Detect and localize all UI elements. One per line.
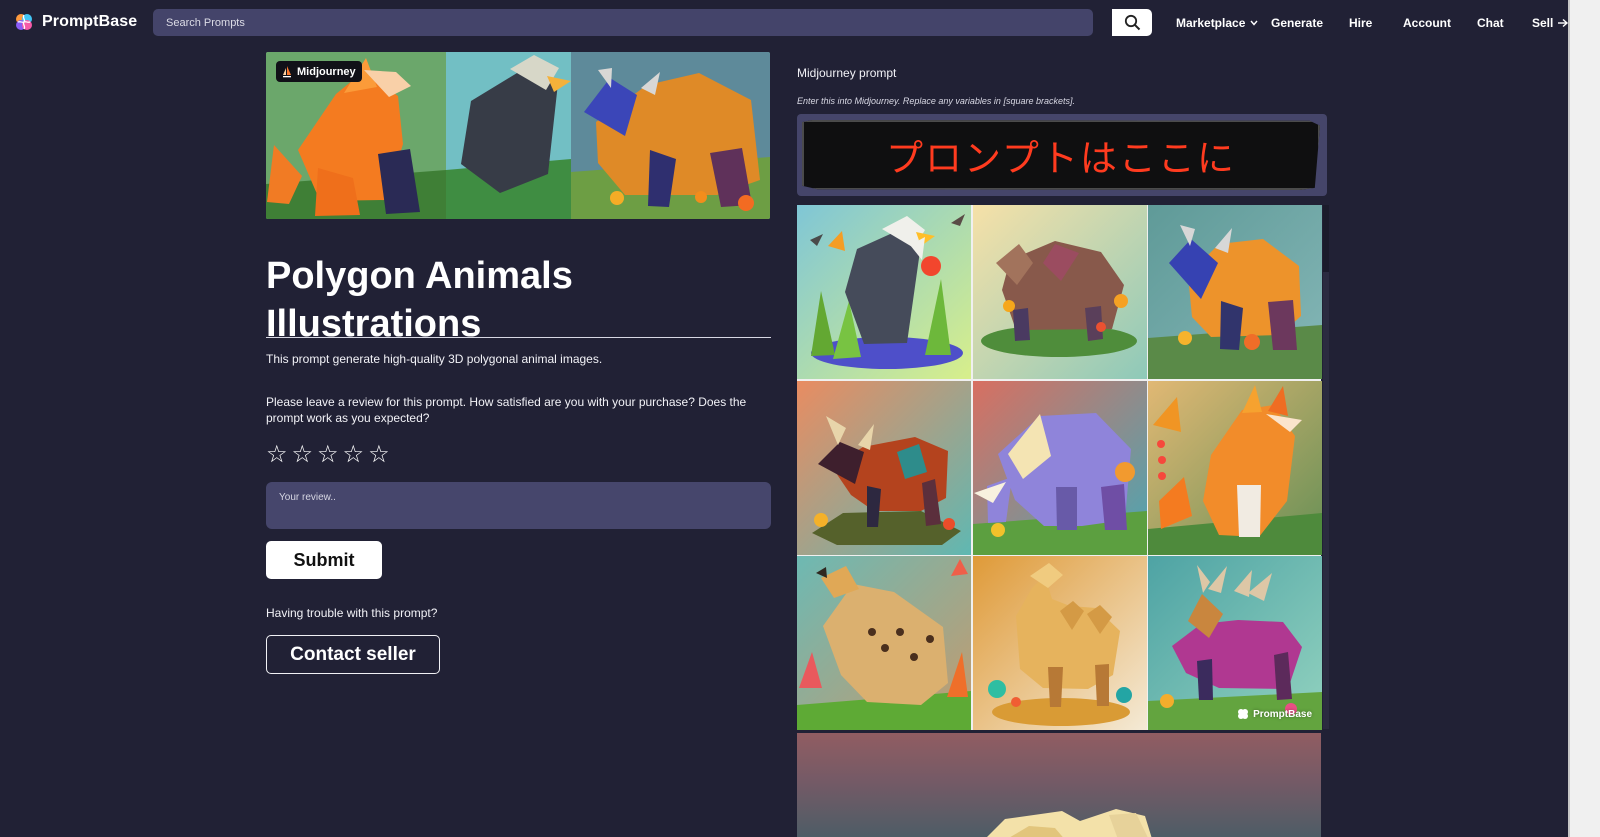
star-outline-icon[interactable]: ☆ — [317, 440, 339, 469]
rating-stars[interactable]: ☆ ☆ ☆ ☆ ☆ — [266, 440, 390, 469]
nav-account-label: Account — [1403, 16, 1451, 30]
bison-illustration — [1148, 205, 1322, 379]
listing-title-line-2: Illustrations — [266, 303, 482, 346]
star-outline-icon[interactable]: ☆ — [368, 440, 390, 469]
next-example-image-preview[interactable] — [797, 733, 1321, 837]
app-frame: PromptBase Search Prompts Marketplace Ge… — [0, 0, 1600, 837]
midjourney-badge-label: Midjourney — [297, 65, 356, 78]
nav-generate-label: Generate — [1271, 16, 1324, 30]
promptbase-watermark: PromptBase — [1237, 708, 1312, 720]
prompt-text: プロンプトはここに — [886, 138, 1236, 179]
nav-hire-label: Hire — [1349, 16, 1373, 30]
arrow-right-icon — [1558, 18, 1569, 28]
search-placeholder: Search Prompts — [166, 16, 245, 29]
listing-description: This prompt generate high-quality 3D pol… — [266, 352, 603, 366]
fox-illustration — [1148, 380, 1322, 555]
bear-example-image[interactable] — [972, 205, 1147, 379]
listing-hero-image[interactable]: Midjourney — [266, 52, 770, 219]
trouble-text: Having trouble with this prompt? — [266, 606, 438, 620]
brain-logo-icon — [16, 14, 32, 30]
prompt-label: Midjourney prompt — [797, 66, 897, 80]
nav-marketplace[interactable]: Marketplace — [1176, 0, 1259, 46]
prompt-text-box[interactable]: プロンプトはここに — [802, 120, 1320, 190]
star-outline-icon[interactable]: ☆ — [292, 440, 314, 469]
listing-title-line-1: Polygon Animals — [266, 255, 573, 298]
star-outline-icon[interactable]: ☆ — [266, 440, 288, 469]
nav-generate[interactable]: Generate — [1271, 0, 1323, 46]
elephant-illustration — [972, 380, 1147, 555]
example-image-grid: PromptBase — [797, 205, 1322, 730]
nav-hire[interactable]: Hire — [1349, 0, 1372, 46]
star-outline-icon[interactable]: ☆ — [343, 440, 365, 469]
brand-name: PromptBase — [42, 13, 138, 30]
bear-illustration — [972, 205, 1147, 379]
prompt-container[interactable]: プロンプトはここに — [797, 114, 1327, 196]
search-field[interactable]: Search Prompts — [153, 9, 1093, 36]
bull-illustration — [797, 380, 971, 555]
sailboat-icon — [283, 65, 291, 77]
top-navigation: PromptBase Search Prompts Marketplace Ge… — [0, 0, 1569, 46]
contact-seller-button[interactable]: Contact seller — [266, 635, 440, 674]
brain-logo-icon — [1238, 709, 1249, 719]
nav-account[interactable]: Account — [1403, 0, 1451, 46]
eagle-example-image[interactable] — [797, 205, 971, 379]
fox-example-image[interactable] — [1148, 380, 1322, 555]
deer-example-image[interactable]: PromptBase — [1148, 556, 1322, 730]
chevron-down-icon — [1250, 20, 1258, 26]
example-gallery[interactable]: PromptBase — [797, 205, 1329, 837]
nav-marketplace-label: Marketplace — [1176, 16, 1246, 30]
nav-sell-label: Sell — [1532, 16, 1554, 30]
nav-sell[interactable]: Sell — [1532, 0, 1569, 46]
listing-title: Polygon Animals Illustrations — [266, 252, 786, 348]
search-button[interactable] — [1112, 9, 1152, 36]
prompt-hint: Enter this into Midjourney. Replace any … — [797, 96, 1075, 106]
title-divider — [266, 337, 771, 338]
search-icon — [1124, 14, 1140, 31]
partial-preview-art — [987, 809, 1152, 837]
eagle-illustration — [797, 205, 971, 379]
deer-illustration — [1148, 556, 1322, 730]
review-placeholder: Your review.. — [279, 492, 336, 503]
cheetah-illustration — [797, 556, 971, 730]
gallery-scrollbar-thumb[interactable] — [1323, 205, 1329, 272]
elephant-example-image[interactable] — [972, 380, 1147, 555]
nav-chat[interactable]: Chat — [1477, 0, 1504, 46]
cheetah-example-image[interactable] — [797, 556, 971, 730]
bison-example-image[interactable] — [1148, 205, 1322, 379]
review-question: Please leave a review for this prompt. H… — [266, 395, 747, 425]
review-input[interactable]: Your review.. — [266, 482, 771, 529]
watermark-label: PromptBase — [1253, 708, 1312, 720]
camel-example-image[interactable] — [972, 556, 1147, 730]
bull-example-image[interactable] — [797, 380, 971, 555]
brand-logo[interactable]: PromptBase — [14, 12, 137, 32]
midjourney-badge: Midjourney — [276, 61, 362, 82]
nav-chat-label: Chat — [1477, 16, 1504, 30]
submit-button[interactable]: Submit — [266, 541, 382, 579]
camel-illustration — [972, 556, 1147, 730]
gallery-scrollbar[interactable] — [1323, 205, 1329, 729]
browser-scroll-area — [1568, 0, 1600, 837]
